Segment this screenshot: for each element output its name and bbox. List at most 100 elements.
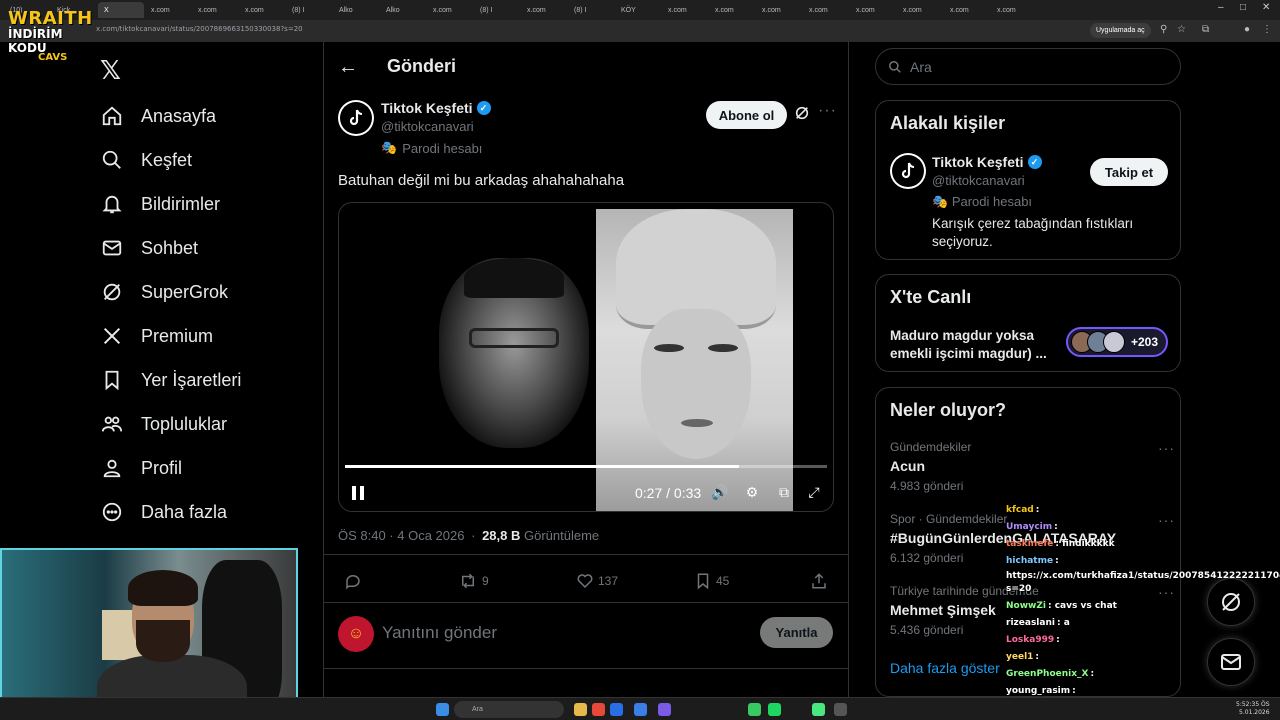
nav-item-home[interactable]: Anasayfa — [100, 94, 241, 138]
browser-tab[interactable]: x.com — [239, 2, 285, 18]
trend-item[interactable]: Gündemdekiler Acun 4.983 gönderi — [890, 440, 971, 493]
reply-input[interactable]: Yanıtını gönder — [382, 623, 497, 643]
browser-tab[interactable]: (8) I — [474, 2, 520, 18]
browser-tab[interactable]: x.com — [521, 2, 567, 18]
volume-icon[interactable]: 🔊 — [711, 484, 729, 502]
author-name[interactable]: Tiktok Keşfeti ✓ — [381, 100, 491, 116]
browser-tab[interactable]: X — [98, 2, 144, 18]
settings-gear-icon[interactable]: ⚙ — [743, 484, 761, 502]
close-window-icon[interactable]: ✕ — [1262, 2, 1270, 13]
nav-item-chat[interactable]: Sohbet — [100, 226, 241, 270]
nav-item-communities[interactable]: Topluluklar — [100, 402, 241, 446]
chrome-icon[interactable] — [592, 703, 605, 716]
nav-item-bookmarks[interactable]: Yer İşaretleri — [100, 358, 241, 402]
whatsapp-icon[interactable] — [748, 703, 761, 716]
nav-item-more[interactable]: Daha fazla — [100, 490, 241, 534]
like-action[interactable]: 137 — [576, 572, 618, 590]
pause-icon[interactable] — [351, 485, 365, 506]
app-icon[interactable] — [812, 703, 825, 716]
nav-item-explore[interactable]: Keşfet — [100, 138, 241, 182]
post-timestamp[interactable]: ÖS 8:40 · 4 Oca 2026 — [338, 528, 464, 543]
browser-tab[interactable]: x.com — [145, 2, 191, 18]
browser-tab[interactable]: x.com — [944, 2, 990, 18]
obs-icon[interactable] — [834, 703, 847, 716]
video-progress-bar[interactable] — [345, 465, 827, 468]
retweet-action[interactable]: 9 — [458, 572, 489, 590]
follow-button[interactable]: Takip et — [1090, 158, 1168, 186]
taskbar-search[interactable]: Ara — [454, 701, 564, 718]
minimize-icon[interactable]: – — [1218, 2, 1224, 13]
live-space-title[interactable]: Maduro magdur yoksa emekli işcimi magdur… — [890, 327, 1060, 363]
edge-icon[interactable] — [610, 703, 623, 716]
grok-floating-button[interactable] — [1207, 578, 1255, 626]
author-handle[interactable]: @tiktokcanavari — [381, 119, 474, 134]
x-logo-icon[interactable]: 𝕏 — [100, 56, 121, 86]
star-icon[interactable]: ☆ — [1177, 24, 1186, 35]
nav-item-notifications[interactable]: Bildirimler — [100, 182, 241, 226]
search-bar[interactable]: Ara — [875, 48, 1181, 85]
fullscreen-icon[interactable]: ⤢ — [805, 484, 823, 502]
related-avatar[interactable] — [890, 153, 926, 189]
left-nav: Anasayfa Keşfet Bildirimler Sohbet Super… — [100, 94, 241, 534]
show-more-link[interactable]: Daha fazla göster — [890, 660, 1000, 676]
extensions-icon[interactable]: ⧉ — [1202, 24, 1209, 35]
video-progress-fill — [345, 465, 740, 468]
maximize-icon[interactable]: □ — [1240, 2, 1246, 13]
nav-label: Yer İşaretleri — [141, 369, 242, 390]
bookmark-action[interactable]: 45 — [694, 572, 729, 590]
file-explorer-icon[interactable] — [574, 703, 587, 716]
search-input[interactable]: Ara — [910, 59, 932, 75]
nav-label: Daha fazla — [141, 501, 228, 522]
messages-floating-button[interactable] — [1207, 638, 1255, 686]
browser-tab[interactable]: x.com — [709, 2, 755, 18]
discord-icon[interactable] — [658, 703, 671, 716]
browser-tab[interactable]: Alko — [380, 2, 426, 18]
browser-tab[interactable]: x.com — [803, 2, 849, 18]
grok-icon[interactable] — [794, 105, 810, 126]
browser-tab[interactable]: x.com — [192, 2, 238, 18]
app-icon[interactable] — [634, 703, 647, 716]
live-listeners[interactable]: +203 — [1066, 327, 1168, 357]
related-handle[interactable]: @tiktokcanavari — [932, 173, 1025, 188]
back-arrow-icon[interactable]: ← — [338, 56, 358, 79]
subscribe-button[interactable]: Abone ol — [706, 101, 787, 129]
browser-menu-icon[interactable]: ⋮ — [1262, 24, 1272, 35]
browser-tab[interactable]: KÖY — [615, 2, 661, 18]
browser-tab[interactable]: x.com — [756, 2, 802, 18]
taskbar-clock[interactable]: 5:52:35 ÖS 5.01.2026 — [1236, 701, 1270, 717]
picture-in-picture-icon[interactable]: ⧉ — [775, 484, 793, 502]
more-options-icon[interactable]: ··· — [818, 102, 837, 120]
author-avatar[interactable] — [338, 100, 374, 136]
related-name[interactable]: Tiktok Keşfeti ✓ — [932, 154, 1042, 170]
windows-start-icon[interactable] — [436, 703, 449, 716]
x-logo-icon — [100, 324, 124, 348]
windows-taskbar: Ara 5:52:35 ÖS 5.01.2026 — [0, 697, 1280, 720]
browser-tab[interactable]: (8) I — [568, 2, 614, 18]
video-player[interactable]: 0:27 / 0:33 🔊 ⚙ ⧉ ⤢ — [338, 202, 834, 512]
browser-tab[interactable]: x.com — [897, 2, 943, 18]
nav-item-premium[interactable]: Premium — [100, 314, 241, 358]
open-in-app-button[interactable]: Uygulamada aç — [1090, 23, 1151, 38]
browser-tab[interactable]: (8) I — [286, 2, 332, 18]
chat-text: findikkkkk — [1062, 539, 1115, 549]
trend-more-icon[interactable]: ··· — [1158, 440, 1175, 456]
profile-icon[interactable]: ● — [1244, 24, 1250, 35]
zoom-icon[interactable]: ⚲ — [1160, 24, 1167, 35]
browser-tab[interactable]: Alko — [333, 2, 379, 18]
reply-button[interactable]: Yanıtla — [760, 617, 833, 648]
url-field[interactable]: x.com/tiktokcanavari/status/200786966315… — [96, 25, 303, 33]
nav-item-profile[interactable]: Profil — [100, 446, 241, 490]
reply-user-avatar[interactable]: ☺ — [338, 616, 374, 652]
browser-tab[interactable]: x.com — [427, 2, 473, 18]
views-count: 28,8 B — [482, 528, 521, 543]
browser-tab[interactable]: x.com — [991, 2, 1037, 18]
chat-username: kfcad — [1006, 505, 1034, 515]
browser-tab[interactable]: x.com — [662, 2, 708, 18]
nav-item-supergrok[interactable]: SuperGrok — [100, 270, 241, 314]
reply-action[interactable] — [344, 572, 366, 590]
share-action[interactable] — [810, 572, 832, 590]
sponsor-code: CAVS — [38, 52, 68, 63]
spotify-icon[interactable] — [768, 703, 781, 716]
browser-tab[interactable]: x.com — [850, 2, 896, 18]
chat-username: GreenPhoenix_X — [1006, 669, 1089, 679]
